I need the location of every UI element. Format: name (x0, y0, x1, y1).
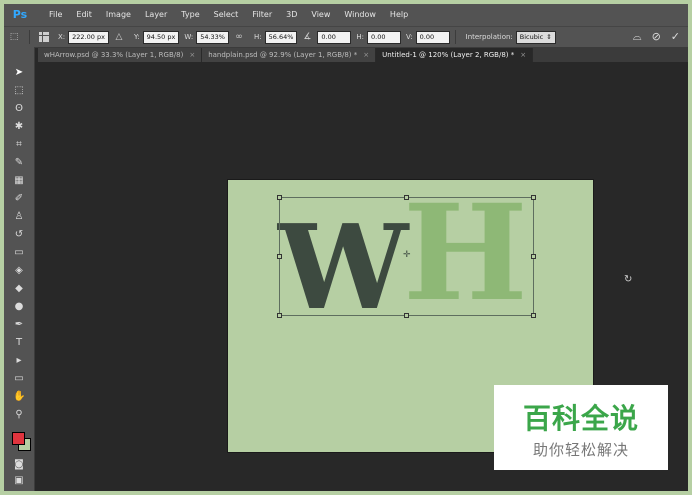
screen-mode-icon[interactable]: ▣ (13, 475, 25, 487)
close-icon[interactable]: × (189, 48, 195, 62)
transform-handle-top-right[interactable] (531, 195, 536, 200)
zoom-tool-icon[interactable]: ⚲ (13, 409, 25, 421)
close-icon[interactable]: × (363, 48, 369, 62)
tab-untitled-1[interactable]: Untitled-1 @ 120% (Layer 2, RGB/8) * × (376, 48, 534, 62)
height-field[interactable]: 56.64% (264, 30, 298, 44)
menu-edit[interactable]: Edit (69, 4, 99, 26)
clone-stamp-tool-icon[interactable]: ♙ (13, 211, 25, 223)
link-icon[interactable]: ∞ (233, 31, 245, 43)
menu-window[interactable]: Window (337, 4, 383, 26)
menu-filter[interactable]: Filter (245, 4, 279, 26)
document-tabs: wHArrow.psd @ 33.3% (Layer 1, RGB/8) × h… (38, 47, 688, 62)
brush-tool-icon[interactable]: ✐ (13, 193, 25, 205)
transform-handle-bottom-left[interactable] (277, 313, 282, 318)
w-label: W: (184, 33, 194, 41)
y-field[interactable]: 94.50 px (142, 30, 180, 44)
menu-3d[interactable]: 3D (279, 4, 304, 26)
transform-handle-bottom[interactable] (404, 313, 409, 318)
menu-image[interactable]: Image (99, 4, 138, 26)
quick-mask-icon[interactable]: ◙ (13, 459, 25, 471)
type-tool-icon[interactable]: T (13, 337, 25, 349)
angle-icon: ∡ (303, 32, 312, 42)
separator (29, 30, 30, 44)
healing-brush-tool-icon[interactable]: ▦ (13, 175, 25, 187)
tab-handplain[interactable]: handplain.psd @ 92.9% (Layer 1, RGB/8) *… (202, 48, 377, 62)
watermark-subtitle: 助你轻松解决 (532, 441, 629, 459)
transform-handle-bottom-right[interactable] (531, 313, 536, 318)
transform-handle-left[interactable] (277, 254, 282, 259)
x-field[interactable]: 222.00 px (68, 30, 109, 44)
interpolation-select[interactable]: Bicubic ⇕ (515, 30, 556, 44)
y-label: Y: (133, 33, 140, 41)
paint-bucket-tool-icon[interactable]: ◈ (13, 265, 25, 277)
hskew-field[interactable]: 0.00 (367, 30, 402, 44)
width-field[interactable]: 54.33% (196, 30, 229, 44)
menu-help[interactable]: Help (383, 4, 415, 26)
foreground-color-swatch[interactable] (12, 432, 25, 445)
transform-tool-icon[interactable]: ⬚ (8, 31, 20, 43)
close-icon[interactable]: × (520, 48, 526, 62)
x-label: X: (58, 33, 66, 41)
interpolation-value: Bicubic (519, 32, 544, 41)
move-tool-icon[interactable]: ➤ (13, 67, 25, 79)
watermark-title: 百科全说 (522, 402, 639, 435)
menu-file[interactable]: File (42, 4, 69, 26)
pen-tool-icon[interactable]: ✒ (13, 319, 25, 331)
watermark-badge: 百科全说 助你轻松解决 (494, 385, 668, 470)
path-selection-tool-icon[interactable]: ▸ (13, 355, 25, 367)
tab-label: wHArrow.psd @ 33.3% (Layer 1, RGB/8) (44, 51, 184, 59)
rectangle-tool-icon[interactable]: ▭ (13, 373, 25, 385)
separator (454, 30, 456, 44)
menu-layer[interactable]: Layer (138, 4, 174, 26)
menu-view[interactable]: View (304, 4, 337, 26)
eyedropper-tool-icon[interactable]: ✎ (13, 157, 25, 169)
rotate-cursor-icon: ↻ (624, 274, 633, 285)
eraser-tool-icon[interactable]: ▭ (13, 247, 25, 259)
menu-bar: Ps File Edit Image Layer Type Select Fil… (4, 4, 688, 26)
magic-wand-tool-icon[interactable]: ✱ (13, 121, 25, 133)
interpolation-label: Interpolation: (465, 33, 513, 41)
crop-tool-icon[interactable]: ⌗ (13, 139, 25, 151)
lasso-tool-icon[interactable]: ʘ (13, 103, 25, 115)
h-label: H: (254, 33, 262, 41)
hskew-label: H: (356, 33, 365, 41)
transform-handle-right[interactable] (531, 254, 536, 259)
blur-tool-icon[interactable]: ◆ (13, 283, 25, 295)
vskew-label: V: (406, 33, 413, 41)
marquee-tool-icon[interactable]: ⬚ (13, 85, 25, 97)
options-bar: ⬚ X: 222.00 px △ Y: 94.50 px W: 54.33% ∞… (4, 26, 688, 48)
warp-icon[interactable]: ⌓ (633, 30, 642, 44)
cancel-transform-icon[interactable]: ⊘ (652, 30, 661, 44)
delta-icon[interactable]: △ (113, 31, 125, 43)
tab-label: handplain.psd @ 92.9% (Layer 1, RGB/8) * (208, 51, 358, 59)
angle-field[interactable]: 0.00 (317, 30, 352, 44)
vskew-field[interactable]: 0.00 (415, 30, 450, 44)
dodge-tool-icon[interactable]: ● (13, 301, 25, 313)
crosshair-icon[interactable]: ✛ (403, 250, 411, 260)
history-brush-tool-icon[interactable]: ↺ (13, 229, 25, 241)
transform-handle-top-left[interactable] (277, 195, 282, 200)
reference-point-icon[interactable] (39, 32, 49, 42)
hand-tool-icon[interactable]: ✋ (13, 391, 25, 403)
menu-type[interactable]: Type (174, 4, 206, 26)
chevron-down-icon: ⇕ (546, 32, 552, 41)
tab-wharrow[interactable]: wHArrow.psd @ 33.3% (Layer 1, RGB/8) × (38, 48, 203, 62)
menu-select[interactable]: Select (207, 4, 246, 26)
commit-transform-icon[interactable]: ✓ (671, 30, 680, 44)
commit-controls: ⌓ ⊘ ✓ (633, 30, 680, 44)
transform-handle-top[interactable] (404, 195, 409, 200)
tab-label: Untitled-1 @ 120% (Layer 2, RGB/8) * (382, 51, 515, 59)
photoshop-logo: Ps (12, 8, 28, 21)
tools-panel: ➤ ⬚ ʘ ✱ ⌗ ✎ ▦ ✐ ♙ ↺ ▭ ◈ ◆ ● ✒ T ▸ ▭ ✋ ⚲ … (4, 47, 35, 491)
